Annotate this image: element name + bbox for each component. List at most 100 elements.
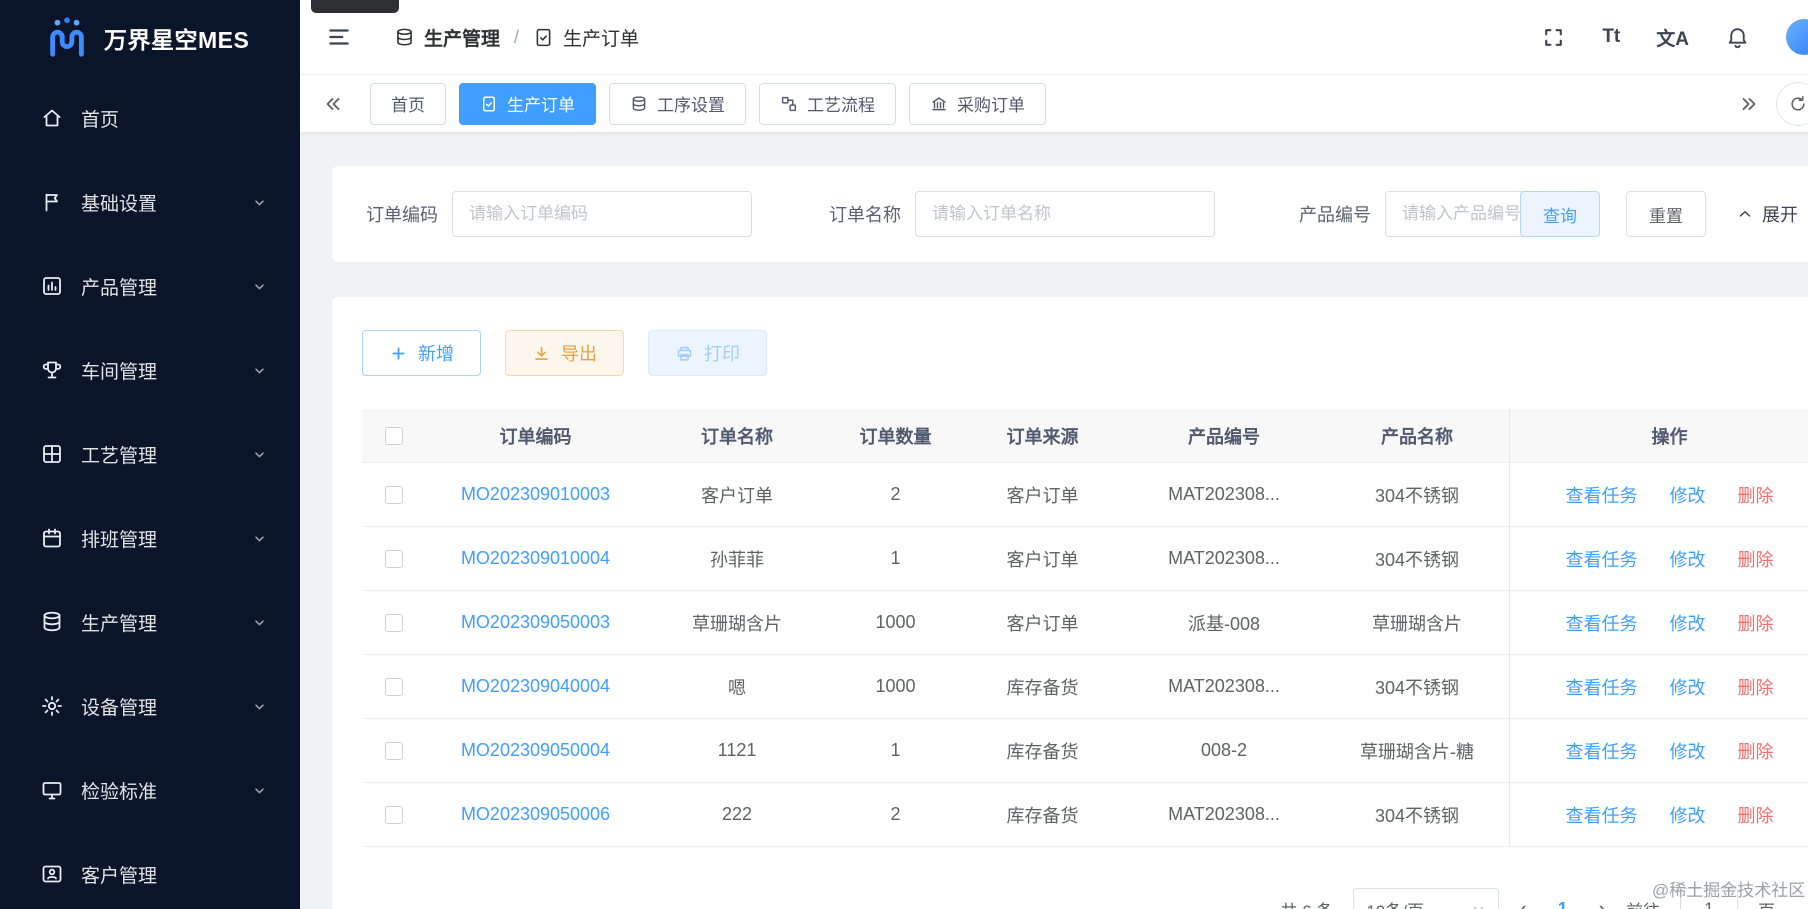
view-tasks-link[interactable]: 查看任务 <box>1566 482 1638 508</box>
topbar: 生产管理 / 生产订单 Tt 文A <box>300 0 1808 74</box>
sidebar-item-scheduling-management[interactable]: 排班管理 <box>0 496 300 580</box>
breadcrumb-label: 生产订单 <box>563 28 640 50</box>
order-name-cell: 嗯 <box>728 677 746 698</box>
translate-icon[interactable]: 文A <box>1656 24 1689 51</box>
sidebar-item-product-management[interactable]: 产品管理 <box>0 244 300 328</box>
edit-link[interactable]: 修改 <box>1670 546 1706 572</box>
row-checkbox[interactable] <box>385 613 403 632</box>
edit-link[interactable]: 修改 <box>1670 482 1706 508</box>
sidebar-item-basic-settings[interactable]: 基础设置 <box>0 160 300 244</box>
order-qty-cell: 2 <box>890 804 901 824</box>
order-name-input[interactable] <box>915 191 1215 237</box>
pagination-next-button[interactable]: › <box>1599 896 1606 909</box>
order-code-link[interactable]: MO202309010003 <box>461 484 610 505</box>
delete-link[interactable]: 删除 <box>1738 610 1774 636</box>
sidebar-item-label: 基础设置 <box>81 193 158 215</box>
filter-order-name: 订单名称 <box>829 191 1215 237</box>
order-source-cell: 客户订单 <box>1006 613 1079 634</box>
order-code-input[interactable] <box>452 191 752 237</box>
database-icon <box>40 610 64 634</box>
tab-process-settings[interactable]: 工序设置 <box>609 82 746 125</box>
row-checkbox[interactable] <box>385 741 403 760</box>
order-code-link[interactable]: MO202309050003 <box>461 612 610 633</box>
tabs-scroll-right-button[interactable] <box>1738 93 1760 115</box>
edit-link[interactable]: 修改 <box>1670 802 1706 828</box>
bell-icon[interactable] <box>1725 25 1750 50</box>
chevron-down-icon <box>251 446 268 463</box>
tab-production-order[interactable]: 生产订单 <box>459 82 596 125</box>
pagination-prev-button[interactable]: ‹ <box>1519 896 1526 909</box>
select-all-checkbox[interactable] <box>385 426 403 445</box>
order-code-link[interactable]: MO202309040004 <box>461 676 610 697</box>
sidebar-item-home[interactable]: 首页 <box>0 76 300 160</box>
delete-link[interactable]: 删除 <box>1738 482 1774 508</box>
view-tasks-link[interactable]: 查看任务 <box>1566 546 1638 572</box>
product-name-cell: 草珊瑚含片-糖 <box>1360 741 1474 762</box>
view-tasks-link[interactable]: 查看任务 <box>1566 802 1638 828</box>
chevron-down-icon <box>251 698 268 715</box>
delete-link[interactable]: 删除 <box>1738 802 1774 828</box>
chevron-down-icon <box>251 782 268 799</box>
row-checkbox[interactable] <box>385 805 403 824</box>
tab-purchase-order[interactable]: 采购订单 <box>909 82 1046 125</box>
print-button[interactable]: 打印 <box>648 330 767 376</box>
expand-toggle[interactable]: 展开 <box>1736 201 1798 227</box>
chevron-down-icon <box>251 194 268 211</box>
delete-link[interactable]: 删除 <box>1738 546 1774 572</box>
tabs-scroll-left-button[interactable] <box>322 93 344 115</box>
view-tasks-link[interactable]: 查看任务 <box>1566 610 1638 636</box>
view-tasks-link[interactable]: 查看任务 <box>1566 738 1638 764</box>
collapse-sidebar-button[interactable] <box>326 24 352 50</box>
font-size-icon[interactable]: Tt <box>1602 26 1620 48</box>
sidebar-item-customer-management[interactable]: 客户管理 <box>0 832 300 909</box>
chevron-down-icon <box>1474 906 1484 909</box>
breadcrumb-label: 生产管理 <box>424 28 501 50</box>
row-checkbox[interactable] <box>385 677 403 696</box>
sidebar-item-inspection-standards[interactable]: 检验标准 <box>0 748 300 832</box>
database-icon <box>630 95 648 113</box>
sidebar-item-production-management[interactable]: 生产管理 <box>0 580 300 664</box>
column-header: 操作 <box>1509 409 1808 462</box>
tab-process-flow[interactable]: 工艺流程 <box>759 82 896 125</box>
delete-link[interactable]: 删除 <box>1738 674 1774 700</box>
order-code-link[interactable]: MO202309050004 <box>461 740 610 761</box>
order-code-link[interactable]: MO202309010004 <box>461 548 610 569</box>
table-row: MO202309010004 孙菲菲 1 客户订单 MAT202308... 3… <box>362 527 1808 591</box>
download-icon <box>535 346 548 360</box>
sidebar-item-equipment-management[interactable]: 设备管理 <box>0 664 300 748</box>
pagination-page-1[interactable]: 1 <box>1547 899 1579 909</box>
row-checkbox[interactable] <box>385 549 403 568</box>
order-source-cell: 库存备货 <box>1006 677 1079 698</box>
tab-home[interactable]: 首页 <box>370 82 446 125</box>
edit-link[interactable]: 修改 <box>1670 610 1706 636</box>
tab-label: 首页 <box>391 96 425 115</box>
export-button[interactable]: 导出 <box>505 330 624 376</box>
refresh-icon[interactable] <box>1776 81 1808 126</box>
order-code-link[interactable]: MO202309050006 <box>461 804 610 825</box>
view-tasks-link[interactable]: 查看任务 <box>1566 674 1638 700</box>
page-size-select[interactable]: 10条/页 <box>1353 888 1500 909</box>
sidebar-item-label: 生产管理 <box>81 613 158 635</box>
sidebar-item-workshop-management[interactable]: 车间管理 <box>0 328 300 412</box>
sidebar-item-process-management[interactable]: 工艺管理 <box>0 412 300 496</box>
fullscreen-icon[interactable] <box>1541 25 1566 50</box>
pagination-total: 共 6 条 <box>1280 897 1333 909</box>
tab-label: 工艺流程 <box>807 96 875 115</box>
delete-link[interactable]: 删除 <box>1738 738 1774 764</box>
field-label: 订单名称 <box>829 205 901 225</box>
order-name-cell: 客户订单 <box>701 485 773 506</box>
add-button[interactable]: 新增 <box>362 330 481 376</box>
search-button[interactable]: 查询 <box>1520 191 1600 237</box>
sidebar-item-label: 排班管理 <box>81 529 158 551</box>
sidebar-item-label: 客户管理 <box>81 865 158 887</box>
reset-button[interactable]: 重置 <box>1626 191 1706 237</box>
row-checkbox[interactable] <box>385 485 403 504</box>
document-check-icon <box>533 27 554 48</box>
column-header: 订单数量 <box>859 426 932 447</box>
breadcrumb-production-management[interactable]: 生产管理 <box>394 24 500 51</box>
edit-link[interactable]: 修改 <box>1670 674 1706 700</box>
order-name-cell: 1121 <box>717 740 757 760</box>
expand-label: 展开 <box>1762 205 1798 225</box>
edit-link[interactable]: 修改 <box>1670 738 1706 764</box>
user-avatar[interactable] <box>1786 19 1808 55</box>
